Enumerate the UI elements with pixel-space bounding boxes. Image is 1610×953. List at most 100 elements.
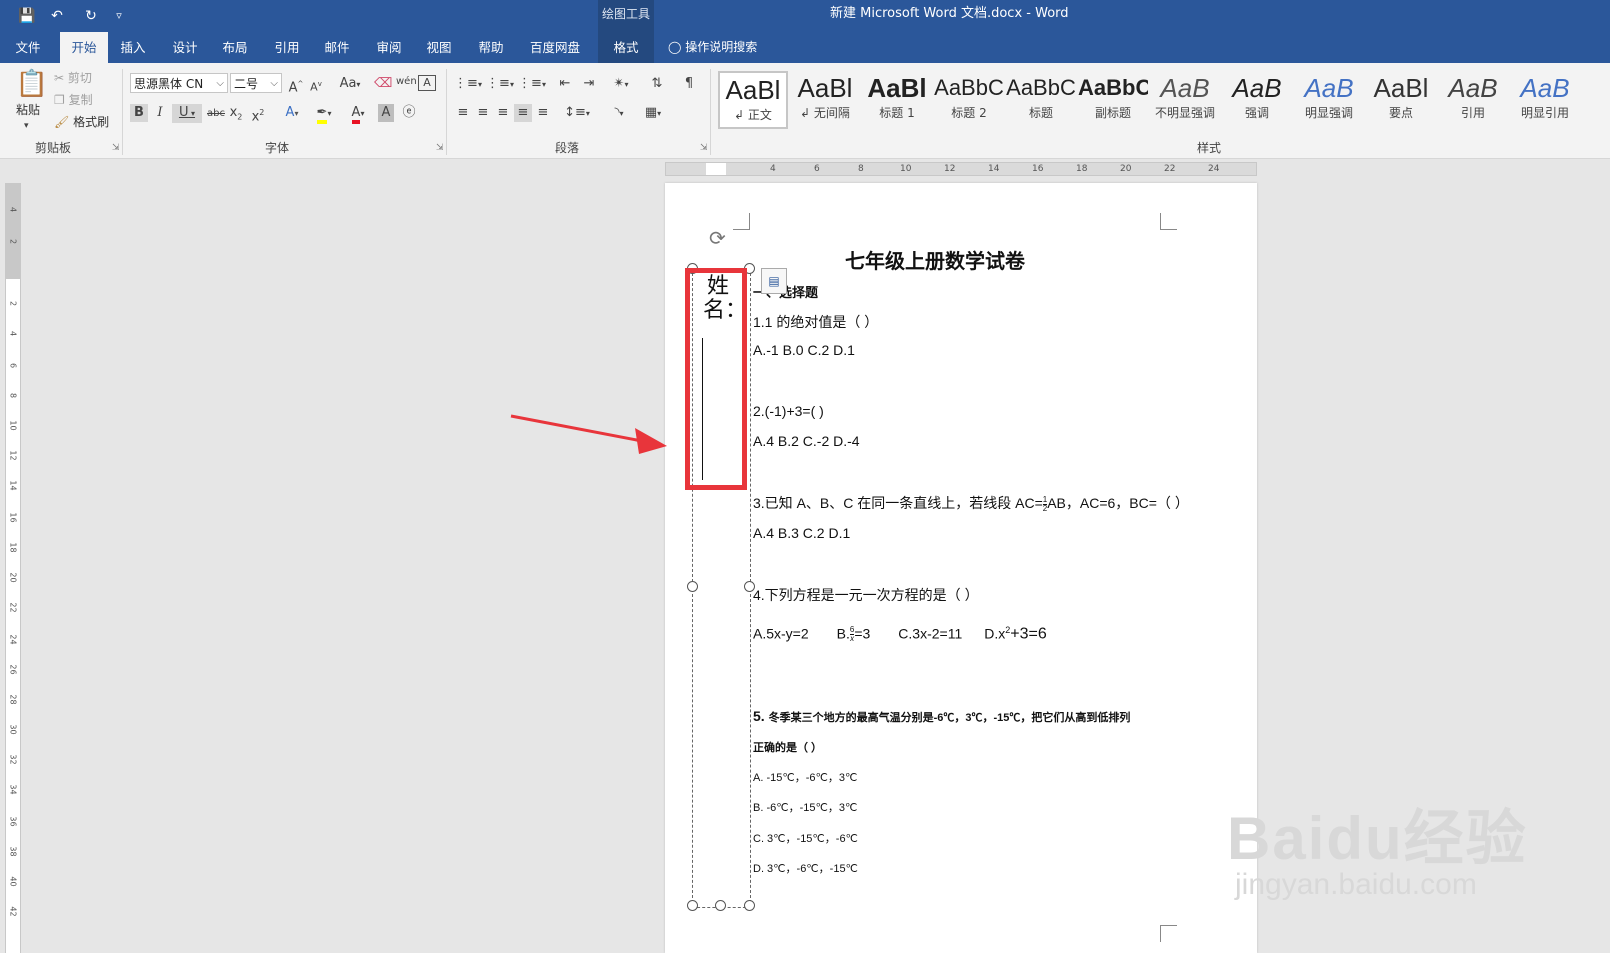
enclose-characters-icon[interactable]: ⓔ (400, 104, 418, 122)
save-icon[interactable]: 💾 (16, 6, 38, 26)
clipboard-launcher-icon[interactable]: ⇲ (112, 143, 120, 153)
subscript-icon[interactable]: x2 (228, 104, 244, 127)
resize-handle[interactable] (687, 581, 698, 592)
redo-icon[interactable]: ↻ (80, 6, 102, 26)
ruler-tick: 6 (8, 362, 18, 369)
shrink-font-icon[interactable]: Av (308, 75, 324, 97)
clear-formatting-icon[interactable]: ⌫ (374, 75, 392, 93)
decrease-indent-icon[interactable]: ⇤ (556, 75, 574, 93)
style-emphasis[interactable]: AaB 强调 (1222, 71, 1292, 129)
character-shading-icon[interactable]: A (378, 104, 394, 122)
rotate-handle-icon[interactable]: ⟳ (709, 226, 726, 250)
font-size-combo[interactable]: 二号 ⌵ (230, 73, 282, 93)
layout-options-icon[interactable]: ▤ (761, 268, 787, 294)
paste-icon[interactable]: 📋 (14, 69, 50, 99)
copy-button[interactable]: ❐ 复制 (54, 91, 93, 108)
chinese-layout-icon[interactable]: ✴▾ (608, 75, 634, 94)
tab-mailings[interactable]: 邮件 (316, 32, 358, 63)
paragraph-launcher-icon[interactable]: ⇲ (700, 143, 708, 153)
question-5-option-a: A. -15℃，-6℃，3℃ (753, 772, 858, 784)
tab-insert[interactable]: 插入 (112, 32, 154, 63)
style-normal[interactable]: AaBl ↲ 正文 (718, 71, 788, 129)
vertical-ruler[interactable]: 4 2 2 4 6 8 10 12 14 16 18 20 22 24 26 2… (5, 183, 21, 953)
multilevel-list-icon[interactable]: ⋮≡▾ (518, 75, 546, 94)
format-painter-button[interactable]: 🖌 格式刷 (54, 113, 109, 130)
font-color-icon[interactable]: A▾ (344, 104, 372, 124)
borders-icon[interactable]: ▦▾ (640, 104, 666, 123)
ruler-tick: 6 (814, 164, 820, 174)
resize-handle[interactable] (744, 581, 755, 592)
question-1: 1.1 的绝对值是（ ） (753, 314, 879, 330)
ruler-tick: 12 (8, 450, 18, 461)
tab-review[interactable]: 审阅 (368, 32, 410, 63)
context-tools-label: 绘图工具 (598, 0, 654, 32)
watermark-url: jingyan.baidu.com (1235, 868, 1477, 901)
style-title[interactable]: AaBbC 标题 (1006, 71, 1076, 129)
align-left-icon[interactable]: ≡ (454, 104, 472, 122)
align-right-icon[interactable]: ≡ (494, 104, 512, 122)
tab-view[interactable]: 视图 (418, 32, 460, 63)
paste-dropdown-icon[interactable]: ▾ (24, 117, 29, 135)
resize-handle[interactable] (715, 900, 726, 911)
tab-references[interactable]: 引用 (266, 32, 308, 63)
style-subtitle[interactable]: AaBbC 副标题 (1078, 71, 1148, 129)
customize-icon[interactable]: ▿ (108, 6, 130, 26)
lightbulb-icon: ◯ (668, 40, 682, 54)
divider (122, 69, 123, 155)
phonetic-guide-icon[interactable]: wén (396, 73, 417, 91)
highlight-icon[interactable]: ✒▾ (310, 104, 338, 124)
font-name-combo[interactable]: 思源黑体 CN ⌵ (130, 73, 228, 93)
ruler-tick: 22 (1164, 164, 1176, 174)
align-center-icon[interactable]: ≡ (474, 104, 492, 122)
tab-design[interactable]: 设计 (164, 32, 206, 63)
resize-handle[interactable] (744, 900, 755, 911)
strikethrough-icon[interactable]: abc (206, 105, 226, 123)
style-quote[interactable]: AaB 引用 (1438, 71, 1508, 129)
text-effects-icon[interactable]: A▾ (280, 104, 304, 123)
ruler-margin (706, 163, 726, 175)
show-marks-icon[interactable]: ¶ (680, 75, 698, 93)
grow-font-icon[interactable]: A^ (288, 75, 304, 97)
sort-icon[interactable]: ⇅ (648, 75, 666, 93)
underline-icon[interactable]: U ▾ (172, 104, 202, 123)
question-4: 4.下列方程是一元一次方程的是（ ） (753, 587, 979, 603)
character-border-icon[interactable]: A (418, 75, 436, 91)
style-intense-quote[interactable]: AaB 明显引用 (1510, 71, 1580, 129)
tab-baidu-netdisk[interactable]: 百度网盘 (522, 32, 588, 63)
line-spacing-icon[interactable]: ↕≡▾ (564, 104, 590, 123)
bullets-icon[interactable]: ⋮≡▾ (454, 75, 482, 94)
justify-icon[interactable]: ≡ (514, 104, 532, 122)
increase-indent-icon[interactable]: ⇥ (580, 75, 598, 93)
bold-icon[interactable]: B (130, 104, 148, 122)
cut-button[interactable]: ✂ 剪切 (54, 69, 92, 86)
style-subtle-emphasis[interactable]: AaB 不明显强调 (1150, 71, 1220, 129)
shading-icon[interactable]: ◝▾ (606, 104, 632, 123)
superscript-icon[interactable]: x2 (250, 104, 266, 126)
style-heading-2[interactable]: AaBbC 标题 2 (934, 71, 1004, 129)
paste-button[interactable]: 粘贴 (16, 101, 40, 118)
tab-file[interactable]: 文件 (8, 32, 48, 63)
tab-layout[interactable]: 布局 (214, 32, 256, 63)
tab-home[interactable]: 开始 (60, 32, 108, 63)
distributed-icon[interactable]: ≡ (534, 104, 552, 122)
italic-icon[interactable]: I (152, 104, 168, 122)
ruler-tick: 10 (8, 420, 18, 431)
crop-mark (733, 213, 750, 230)
style-no-spacing[interactable]: AaBl ↲ 无间隔 (790, 71, 860, 129)
resize-handle[interactable] (687, 900, 698, 911)
horizontal-ruler[interactable]: 4 6 8 10 12 14 16 18 20 22 24 (665, 162, 1257, 176)
change-case-button[interactable]: Aa▾ (336, 75, 364, 94)
undo-icon[interactable]: ↶ (46, 6, 68, 26)
ruler-tick: 28 (8, 694, 18, 705)
font-launcher-icon[interactable]: ⇲ (436, 143, 444, 153)
tell-me-search[interactable]: ◯ 操作说明搜索 (668, 32, 757, 63)
font-group-label: 字体 (264, 141, 289, 155)
style-strong[interactable]: AaBl 要点 (1366, 71, 1436, 129)
numbering-icon[interactable]: ⋮≡▾ (486, 75, 514, 94)
chevron-down-icon: ⌵ (270, 78, 278, 89)
style-intense-emphasis[interactable]: AaB 明显强调 (1294, 71, 1364, 129)
tab-help[interactable]: 帮助 (470, 32, 512, 63)
tab-format[interactable]: 格式 (598, 32, 654, 63)
style-heading-1[interactable]: AaBl 标题 1 (862, 71, 932, 129)
document-page[interactable]: 七年级上册数学试卷 一、选择题 1.1 的绝对值是（ ） A.-1 B.0 C.… (665, 183, 1257, 953)
